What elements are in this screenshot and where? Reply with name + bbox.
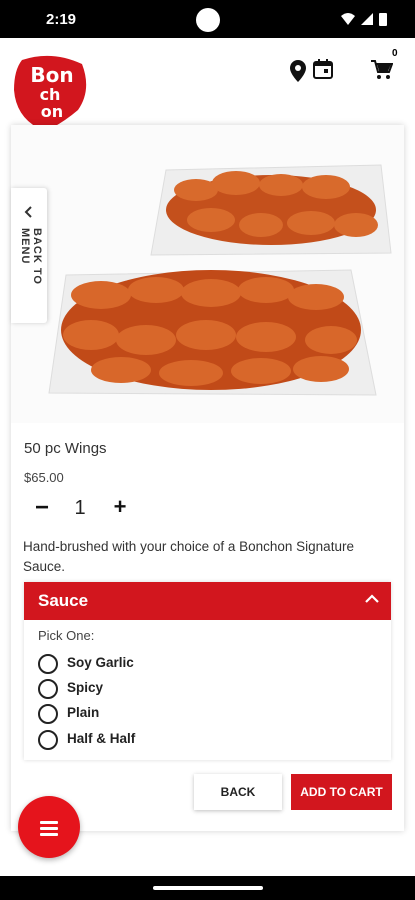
system-navigation-bar <box>0 876 415 900</box>
cart-icon[interactable] <box>371 60 393 80</box>
sauce-option-label: Spicy <box>67 680 104 695</box>
chevron-up-icon <box>365 594 379 603</box>
sauce-heading: Sauce <box>38 591 89 610</box>
product-image-area <box>11 125 404 423</box>
radio-button[interactable] <box>38 704 58 724</box>
back-to-menu-label: BACK TO MENU <box>19 228 43 285</box>
home-gesture-pill[interactable] <box>153 886 263 890</box>
sauce-option-label: Half & Half <box>67 731 136 746</box>
menu-fab-button[interactable] <box>18 796 80 858</box>
hamburger-menu-icon <box>40 821 58 839</box>
pick-one-label: Pick One: <box>38 628 95 643</box>
system-status-icons <box>341 13 387 26</box>
svg-text:on: on <box>41 102 63 121</box>
sauce-section-header[interactable]: Sauce <box>24 582 391 620</box>
back-to-menu-tab[interactable]: BACK TO MENU <box>11 188 47 323</box>
quantity-value: 1 <box>74 497 86 519</box>
quantity-decrease-button[interactable]: − <box>32 494 52 522</box>
app-header: Bon ch on 0 <box>0 38 415 138</box>
wings-platter-image <box>48 164 392 396</box>
sauce-option-spicy[interactable]: Spicy <box>38 677 238 699</box>
sauce-option-label: Soy Garlic <box>67 655 134 670</box>
camera-cutout <box>196 8 220 32</box>
cart-count-badge: 0 <box>392 48 398 59</box>
product-price: $65.00 <box>24 470 64 485</box>
back-button[interactable]: BACK <box>194 774 282 810</box>
radio-button[interactable] <box>38 730 58 750</box>
sauce-option-soy-garlic[interactable]: Soy Garlic <box>38 652 238 674</box>
quantity-increase-button[interactable]: + <box>110 494 130 520</box>
sauce-option-half-and-half[interactable]: Half & Half <box>38 728 238 750</box>
product-name: 50 pc Wings <box>24 440 107 457</box>
sauce-options-panel: Sauce Pick One: Soy Garlic Spicy Plain H… <box>24 582 391 760</box>
location-pin-icon[interactable] <box>290 60 306 82</box>
radio-button[interactable] <box>38 679 58 699</box>
product-description: Hand-brushed with your choice of a Bonch… <box>23 539 354 574</box>
radio-button[interactable] <box>38 654 58 674</box>
svg-text:Bon: Bon <box>30 63 73 87</box>
add-to-cart-button[interactable]: ADD TO CART <box>291 774 392 810</box>
sauce-option-plain[interactable]: Plain <box>38 702 238 724</box>
status-bar: 2:19 <box>0 0 415 38</box>
sauce-option-label: Plain <box>67 705 100 720</box>
calendar-icon[interactable] <box>313 59 333 79</box>
chevron-left-icon <box>24 206 32 218</box>
status-time: 2:19 <box>46 11 77 28</box>
